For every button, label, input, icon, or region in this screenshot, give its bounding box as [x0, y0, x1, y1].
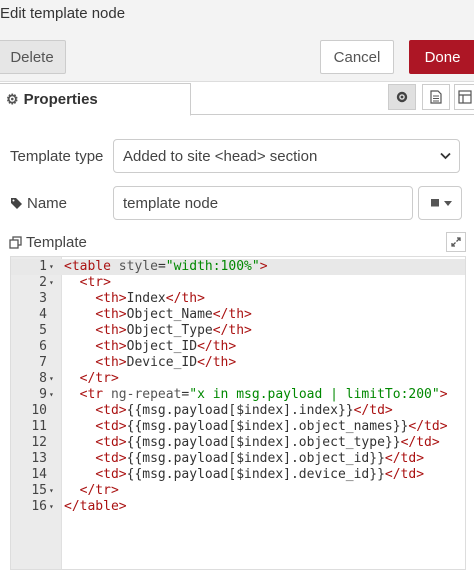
line-number: 14: [31, 467, 47, 482]
fold-toggle-icon[interactable]: ▾: [49, 275, 54, 291]
code-text: <th>Device_ID</th>: [95, 355, 237, 370]
code-line[interactable]: 6 <th>Object_ID</th>: [11, 339, 465, 355]
code-line[interactable]: 16 ▾ </table>: [11, 499, 465, 515]
name-input-value: template node: [123, 194, 219, 212]
chevron-down-icon: [440, 152, 451, 160]
template-type-value: Added to site <head> section: [123, 147, 318, 165]
code-text: <table style="width:100%">: [64, 259, 268, 274]
name-input[interactable]: template node: [113, 186, 413, 220]
name-label: Name: [27, 194, 68, 212]
fold-toggle-icon[interactable]: ▾: [49, 387, 54, 403]
line-number: 6: [39, 339, 47, 354]
code-line[interactable]: 10 <td>{{msg.payload[$index].index}}</td…: [11, 403, 465, 419]
expand-editor-button[interactable]: [446, 232, 466, 252]
line-number: 9: [39, 387, 47, 402]
code-line[interactable]: 11 <td>{{msg.payload[$index].object_name…: [11, 419, 465, 435]
line-number: 16: [31, 499, 47, 514]
line-number: 8: [39, 371, 47, 386]
code-text: <tr ng-repeat="x in msg.payload | limitT…: [79, 387, 448, 402]
code-editor[interactable]: 1 ▾ <table style="width:100%"> 2 ▾ <tr> 3 <th…: [10, 256, 466, 570]
code-line[interactable]: 14 <td>{{msg.payload[$index].device_id}}…: [11, 467, 465, 483]
fold-toggle-icon[interactable]: ▾: [49, 483, 54, 499]
fold-toggle-icon[interactable]: ▾: [49, 371, 54, 387]
code-text: <th>Index</th>: [95, 291, 205, 306]
line-number: 2: [39, 275, 47, 290]
fold-toggle-icon[interactable]: ▾: [49, 499, 54, 515]
expand-icon: [451, 237, 461, 247]
code-line[interactable]: 1 ▾ <table style="width:100%">: [11, 259, 465, 275]
appearance-tab-button[interactable]: [454, 84, 474, 110]
code-text: <th>Object_Type</th>: [95, 323, 252, 338]
code-line[interactable]: 7 <th>Device_ID</th>: [11, 355, 465, 371]
line-number: 7: [39, 355, 47, 370]
line-number: 13: [31, 451, 47, 466]
node-settings-tab-button[interactable]: [388, 84, 416, 110]
code-line[interactable]: 13 <td>{{msg.payload[$index].object_id}}…: [11, 451, 465, 467]
description-tab-button[interactable]: [422, 84, 450, 110]
code-text: <td>{{msg.payload[$index].device_id}}</t…: [95, 467, 425, 482]
code-line[interactable]: 9 ▾ <tr ng-repeat="x in msg.payload | lim…: [11, 387, 465, 403]
icon-picker-button[interactable]: [418, 186, 462, 220]
done-button[interactable]: Done: [409, 40, 474, 74]
code-text: <th>Object_Name</th>: [95, 307, 252, 322]
code-text: <tr>: [79, 275, 111, 290]
template-type-select[interactable]: Added to site <head> section: [113, 139, 460, 173]
line-number: 12: [31, 435, 47, 450]
tag-icon: [11, 197, 22, 209]
code-text: </table>: [64, 499, 127, 514]
dialog-toolbar: [0, 30, 474, 82]
code-text: </tr>: [79, 371, 119, 386]
code-text: </tr>: [79, 483, 119, 498]
fold-toggle-icon[interactable]: ▾: [49, 259, 54, 275]
dialog-title: Edit template node: [0, 5, 126, 22]
line-number: 1: [39, 259, 47, 274]
template-label: Template: [26, 233, 87, 251]
dialog-header: Edit template node: [0, 0, 474, 30]
tab-properties-label: Properties: [23, 91, 98, 108]
template-type-label: Template type: [10, 147, 104, 165]
line-number: 5: [39, 323, 47, 338]
tab-properties[interactable]: ⚙ Properties: [0, 83, 191, 116]
name-label-row: Name: [10, 193, 67, 213]
code-line[interactable]: 15 ▾ </tr>: [11, 483, 465, 499]
line-number: 3: [39, 291, 47, 306]
code-text: <td>{{msg.payload[$index].object_type}}<…: [95, 435, 440, 450]
book-icon: [430, 198, 439, 207]
code-text: <th>Object_ID</th>: [95, 339, 237, 354]
gear-icon: [396, 91, 408, 103]
cancel-button[interactable]: Cancel: [320, 40, 394, 74]
code-line[interactable]: 5 <th>Object_Type</th>: [11, 323, 465, 339]
layout-icon: [458, 90, 472, 104]
code-text: <td>{{msg.payload[$index].object_id}}</t…: [95, 451, 425, 466]
code-line[interactable]: 12 <td>{{msg.payload[$index].object_type…: [11, 435, 465, 451]
code-line[interactable]: 2 ▾ <tr>: [11, 275, 465, 291]
caret-down-icon: [443, 200, 452, 206]
template-label-row: Template: [9, 232, 87, 252]
code-line[interactable]: 4 <th>Object_Name</th>: [11, 307, 465, 323]
code-line[interactable]: 3 <th>Index</th>: [11, 291, 465, 307]
line-number: 15: [31, 483, 47, 498]
document-icon: [430, 90, 442, 104]
delete-button[interactable]: Delete: [0, 40, 66, 74]
code-line[interactable]: 8 ▾ </tr>: [11, 371, 465, 387]
code-text: <td>{{msg.payload[$index].index}}</td>: [95, 403, 393, 418]
code-text: <td>{{msg.payload[$index].object_names}}…: [95, 419, 448, 434]
line-number: 4: [39, 307, 47, 322]
gear-icon: ⚙: [6, 91, 19, 107]
copy-icon: [9, 235, 22, 249]
line-number: 10: [31, 403, 47, 418]
line-number: 11: [31, 419, 47, 434]
